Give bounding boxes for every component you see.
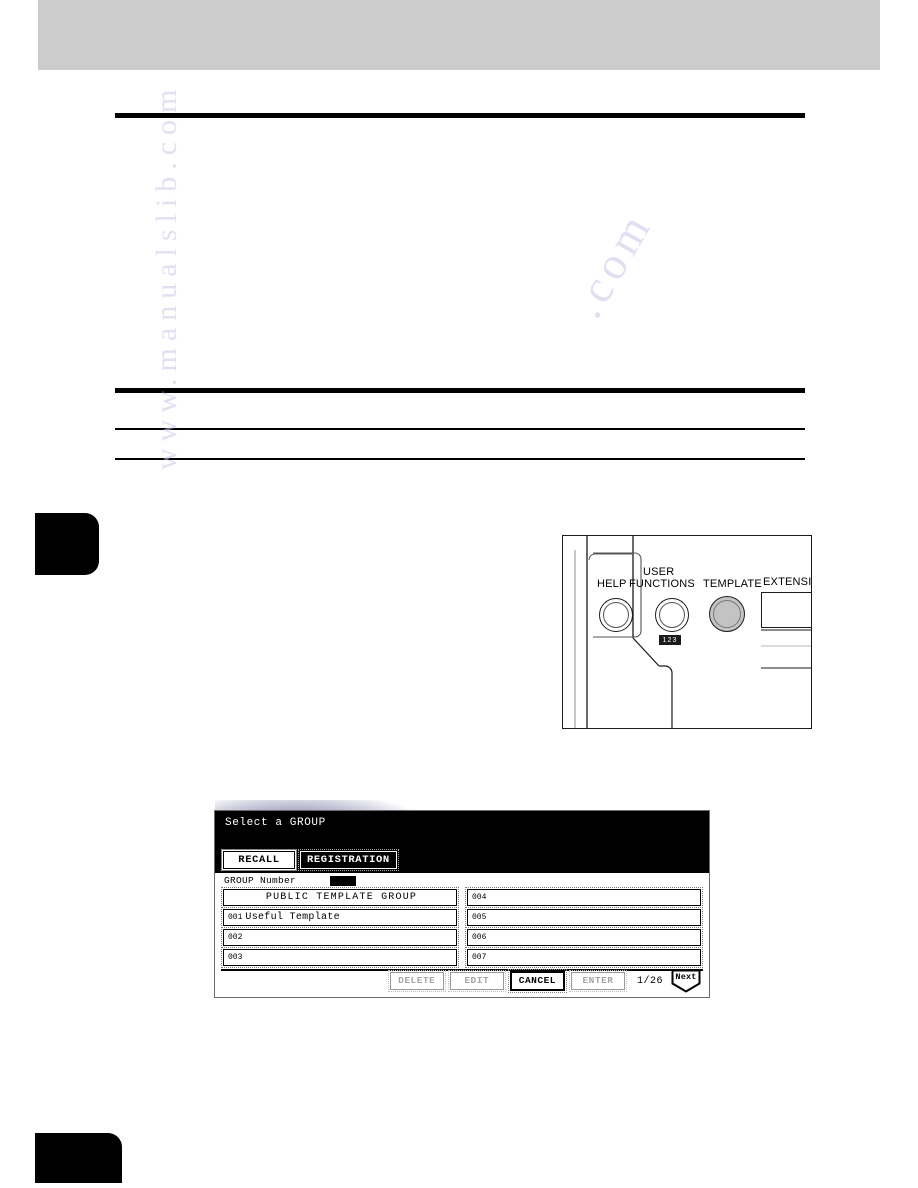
control-panel-illustration: HELP USER FUNCTIONS TEMPLATE EXTENSION 1…: [562, 535, 812, 729]
next-button[interactable]: Next: [671, 969, 701, 993]
help-key-inner-ring: [603, 602, 629, 628]
list-item[interactable]: 007: [465, 947, 703, 968]
user-functions-label-line2: FUNCTIONS: [629, 578, 695, 590]
list-item[interactable]: 002: [221, 927, 459, 948]
group-number-row: GROUP Number: [224, 875, 357, 886]
list-item[interactable]: 006: [465, 927, 703, 948]
group-number-value-field[interactable]: [330, 875, 357, 886]
list-item-number: 005: [472, 913, 487, 922]
list-item-number: 003: [228, 953, 243, 962]
rule-table-top: [115, 388, 805, 393]
chapter-tab-marker: [35, 513, 99, 575]
page-indicator: 1/26: [636, 975, 663, 987]
help-key-button[interactable]: [599, 598, 633, 632]
delete-button[interactable]: DELETE: [387, 970, 446, 992]
lcd-title: Select a GROUP: [225, 817, 326, 829]
user-functions-label-line1: USER: [643, 566, 675, 578]
list-item-name: PUBLIC TEMPLATE GROUP: [265, 892, 418, 903]
list-item-number: 002: [228, 933, 243, 942]
page-header-band: [38, 0, 880, 70]
watermark-diagonal-text: .com: [560, 201, 663, 326]
list-item[interactable]: 004: [465, 887, 703, 908]
user-functions-key-button[interactable]: [655, 598, 689, 632]
rule-top: [115, 113, 805, 118]
list-item-number: 007: [472, 953, 487, 962]
next-button-label: Next: [675, 972, 697, 982]
enter-button[interactable]: ENTER: [568, 970, 627, 992]
user-functions-key-inner-ring: [659, 602, 685, 628]
list-item-name: Useful Template: [245, 912, 340, 923]
group-list: PUBLIC TEMPLATE GROUP 004 001 Useful Tem…: [221, 887, 703, 968]
rule-table-middle: [115, 428, 805, 430]
tab-registration[interactable]: REGISTRATION: [298, 848, 399, 872]
watermark-vertical-text: www.manualslib.com: [150, 82, 183, 470]
lcd-footer-bar: DELETE EDIT CANCEL ENTER 1/26 Next: [215, 968, 709, 994]
edit-button[interactable]: EDIT: [447, 970, 506, 992]
template-key-label: TEMPLATE: [703, 578, 762, 590]
cancel-button[interactable]: CANCEL: [507, 969, 567, 993]
template-key-button[interactable]: [709, 596, 745, 632]
list-item-number: 004: [472, 893, 487, 902]
page-number-block: [35, 1133, 122, 1183]
panel-outline-drawing: [574, 536, 811, 728]
list-item-number: 001: [228, 913, 243, 922]
tab-recall[interactable]: RECALL: [221, 848, 297, 872]
list-item-number: 006: [472, 933, 487, 942]
numeric-keypad-badge-label: 123: [662, 636, 678, 644]
rule-table-bottom: [115, 458, 805, 460]
help-key-label: HELP: [597, 578, 627, 590]
numeric-keypad-badge-icon: 123: [659, 635, 681, 645]
lcd-touchscreen: Select a GROUP RECALL REGISTRATION GROUP…: [214, 810, 710, 998]
list-item[interactable]: PUBLIC TEMPLATE GROUP: [221, 887, 459, 908]
group-number-label: GROUP Number: [224, 875, 297, 886]
list-item[interactable]: 001 Useful Template: [221, 907, 459, 928]
list-item[interactable]: 003: [221, 947, 459, 968]
extension-panel-box: [761, 592, 811, 628]
lcd-tab-row: RECALL REGISTRATION: [221, 848, 399, 872]
template-key-inner-ring: [713, 600, 741, 628]
list-item[interactable]: 005: [465, 907, 703, 928]
extension-label: EXTENSION: [763, 576, 812, 588]
